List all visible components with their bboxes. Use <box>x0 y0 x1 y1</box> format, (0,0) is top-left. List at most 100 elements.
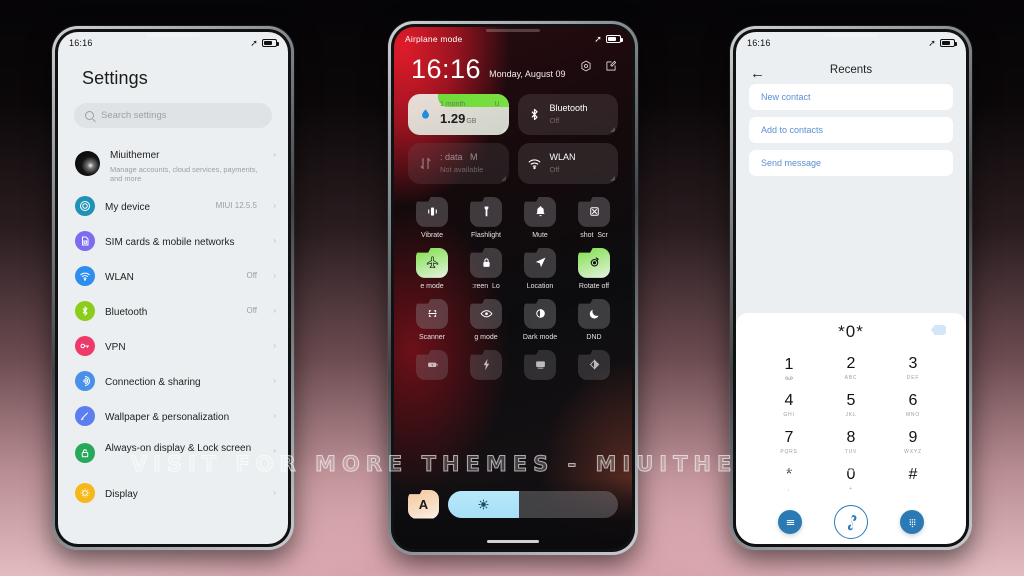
key-8[interactable]: 8 TUV <box>820 425 882 460</box>
airplane-icon: ➚ <box>928 37 936 48</box>
toggle-battery-saver[interactable] <box>405 349 459 385</box>
rotate-icon[interactable] <box>578 247 610 278</box>
brightness-slider[interactable] <box>448 490 618 518</box>
chevron-right-icon: › <box>273 376 276 385</box>
key-2[interactable]: 2 ABC <box>820 351 882 386</box>
key-hash[interactable]: # <box>882 462 944 497</box>
key-4[interactable]: 4 GHI <box>758 388 820 423</box>
clock-time: 16:16 <box>411 54 482 84</box>
scanner-icon[interactable] <box>416 298 448 329</box>
tile-mobile-data[interactable]: : data M Not available <box>408 142 509 184</box>
settings-screen: 16:16 ➚ Settings Search settings Miuithe… <box>58 32 288 544</box>
chevron-right-icon: › <box>273 150 276 159</box>
contrast-icon[interactable] <box>524 298 556 329</box>
airplane-icon[interactable] <box>416 247 448 278</box>
bell-icon[interactable] <box>524 196 556 227</box>
tile-state: Not available <box>440 164 484 174</box>
toggle-mute[interactable]: Mute <box>513 196 567 239</box>
flashlight-icon[interactable] <box>470 196 502 227</box>
tile-state: Off <box>549 164 560 174</box>
list-item-label: SIM cards & mobile networks <box>105 236 235 248</box>
key-1[interactable]: 1 <box>758 351 820 386</box>
toggle-label: Mute <box>532 231 548 239</box>
key-digit: 3 <box>908 355 918 372</box>
key-digit: 7 <box>784 429 794 446</box>
toggle-dnd[interactable]: DND <box>567 298 621 341</box>
action-send-message[interactable]: Send message <box>749 150 953 176</box>
sidebar-item-wlan[interactable]: WLAN Off › <box>58 258 288 293</box>
search-placeholder: Search settings <box>101 110 167 121</box>
vibrate-icon[interactable] <box>416 196 448 227</box>
toggle-screenshot[interactable]: shot Scr <box>567 196 621 239</box>
key-digit: 6 <box>908 392 918 409</box>
battery-icon <box>940 39 957 47</box>
brightness-bar: A <box>394 477 632 549</box>
toggle-location[interactable]: Location <box>513 247 567 290</box>
call-button[interactable] <box>834 505 868 539</box>
status-airplane-label: Airplane mode <box>405 34 463 44</box>
sidebar-item-display[interactable]: Display › <box>58 475 288 510</box>
sidebar-item-sim-cards[interactable]: SIM cards & mobile networks › <box>58 223 288 258</box>
key-star[interactable]: * , <box>758 462 820 497</box>
keypad-button[interactable] <box>900 510 924 534</box>
toggle-rotate[interactable]: Rotate off <box>567 247 621 290</box>
chevron-right-icon: › <box>273 306 276 315</box>
key-3[interactable]: 3 DEF <box>882 351 944 386</box>
mobile-data-icon <box>417 155 433 171</box>
search-input[interactable]: Search settings <box>74 103 272 128</box>
backspace-icon[interactable] <box>931 325 946 335</box>
tile-data-usage[interactable]: 1 month U 1.29GB <box>408 93 509 135</box>
location-icon[interactable] <box>524 247 556 278</box>
key-7[interactable]: 7 PQRS <box>758 425 820 460</box>
key-9[interactable]: 9 WXYZ <box>882 425 944 460</box>
tile-wlan[interactable]: WLAN Off <box>517 142 618 184</box>
reading-mode-icon[interactable] <box>578 349 610 380</box>
eye-icon[interactable] <box>470 298 502 329</box>
action-add-to-contacts[interactable]: Add to contacts <box>749 117 953 143</box>
toggle-label: Location <box>526 282 554 290</box>
key-0[interactable]: 0 + <box>820 462 882 497</box>
toggle-dark-mode[interactable]: Dark mode <box>513 298 567 341</box>
lightning-icon[interactable] <box>470 349 502 380</box>
toggle-lock-screen[interactable]: :reen Lo <box>459 247 513 290</box>
toggle-reading-contrast[interactable] <box>567 349 621 385</box>
lock-icon[interactable] <box>470 247 502 278</box>
chevron-right-icon: › <box>273 411 276 420</box>
sidebar-item-account[interactable]: Miuithemer Manage accounts, cloud servic… <box>58 142 288 188</box>
edit-icon[interactable] <box>604 59 618 78</box>
number-display[interactable]: *0* <box>736 313 966 345</box>
sidebar-item-vpn[interactable]: VPN › <box>58 328 288 363</box>
toggle-label: g mode <box>474 333 498 341</box>
tile-label: : data M <box>440 152 478 163</box>
settings-gear-icon[interactable] <box>579 59 593 78</box>
keypad-panel: *0* 1 2 ABC 3 DEF 4 GHI 5 JKL 6 MNO 7 PQ… <box>736 313 966 544</box>
clock-date: Monday, August 09 <box>489 68 566 79</box>
data-usage-unit-hint: U <box>494 100 500 108</box>
key-5[interactable]: 5 JKL <box>820 388 882 423</box>
sidebar-item-wallpaper[interactable]: Wallpaper & personalization › <box>58 398 288 433</box>
sidebar-item-bluetooth[interactable]: Bluetooth Off › <box>58 293 288 328</box>
moon-icon[interactable] <box>578 298 610 329</box>
sidebar-item-my-device[interactable]: My device MIUI 12.5.5 › <box>58 188 288 223</box>
tile-bluetooth[interactable]: Bluetooth Off <box>517 93 618 135</box>
toggle-vibrate[interactable]: Vibrate <box>405 196 459 239</box>
screenshot-icon[interactable] <box>578 196 610 227</box>
toggle-cast[interactable] <box>513 349 567 385</box>
action-new-contact[interactable]: New contact <box>749 84 953 110</box>
menu-button[interactable] <box>778 510 802 534</box>
battery-icon <box>606 35 623 43</box>
toggle-airplane-mode[interactable]: e mode <box>405 247 459 290</box>
auto-brightness-button[interactable]: A <box>408 489 439 519</box>
cast-icon[interactable] <box>524 349 556 380</box>
home-indicator[interactable] <box>487 540 539 543</box>
toggle-reading-mode[interactable]: g mode <box>459 298 513 341</box>
sidebar-item-connection-sharing[interactable]: Connection & sharing › <box>58 363 288 398</box>
search-icon <box>85 111 94 120</box>
toggle-flashlight[interactable]: Flashlight <box>459 196 513 239</box>
battery-saver-icon[interactable] <box>416 349 448 380</box>
phone-control-center: Airplane mode ➚ 16:16 Monday, August 09 <box>388 21 638 555</box>
sidebar-item-aod-lockscreen[interactable]: Always-on display & Lock screen › <box>58 433 288 475</box>
toggle-lightning[interactable] <box>459 349 513 385</box>
key-6[interactable]: 6 MNO <box>882 388 944 423</box>
toggle-scanner[interactable]: Scanner <box>405 298 459 341</box>
